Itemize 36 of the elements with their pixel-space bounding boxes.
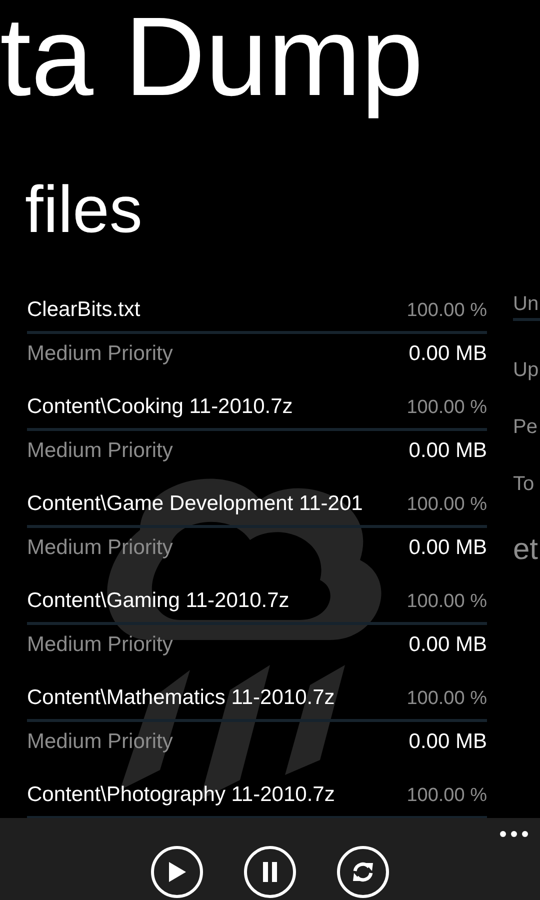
play-button[interactable]	[151, 846, 203, 898]
file-name: ClearBits.txt	[27, 298, 140, 322]
percent-text: 100.00 %	[406, 494, 487, 516]
file-name: Content\Cooking 11-2010.7z	[27, 395, 293, 420]
file-name: Content\Game Development 11-201	[27, 492, 363, 516]
section-header: et	[513, 533, 540, 568]
pause-button[interactable]	[244, 846, 296, 898]
pause-icon	[261, 861, 279, 883]
label-text: To	[513, 473, 536, 496]
priority-text: Medium Priority	[27, 633, 173, 658]
size-text: 0.00 MB	[408, 439, 487, 464]
percent-text: 100.00 %	[406, 300, 487, 322]
size-text: 0.00 MB	[408, 342, 487, 366]
size-text: 0.00 MB	[408, 633, 487, 658]
section-header: files	[25, 176, 144, 248]
label-text: Un	[513, 293, 540, 316]
file-name: Content\Gaming 11-2010.7z	[27, 589, 290, 614]
more-icon[interactable]	[500, 831, 528, 837]
percent-text: 100.00 %	[406, 397, 487, 420]
size-text: 0.00 MB	[408, 536, 487, 560]
priority-text: Medium Priority	[27, 536, 173, 560]
refresh-button[interactable]	[337, 846, 389, 898]
play-icon	[166, 860, 188, 884]
label-text: Pe	[513, 416, 538, 440]
percent-text: 100.00 %	[406, 785, 487, 808]
file-name: Content\Photography 11-2010.7z	[27, 783, 335, 808]
priority-text: Medium Priority	[27, 730, 173, 754]
file-name: Content\Mathematics 11-2010.7z	[27, 686, 335, 710]
priority-text: Medium Priority	[27, 439, 173, 464]
panorama-title: ta Dump	[0, 0, 424, 121]
percent-text: 100.00 %	[406, 688, 487, 710]
priority-text: Medium Priority	[27, 342, 173, 366]
size-text: 0.00 MB	[408, 730, 487, 754]
label-text: Up	[513, 359, 540, 382]
refresh-icon	[351, 860, 375, 884]
percent-text: 100.00 %	[406, 591, 487, 614]
